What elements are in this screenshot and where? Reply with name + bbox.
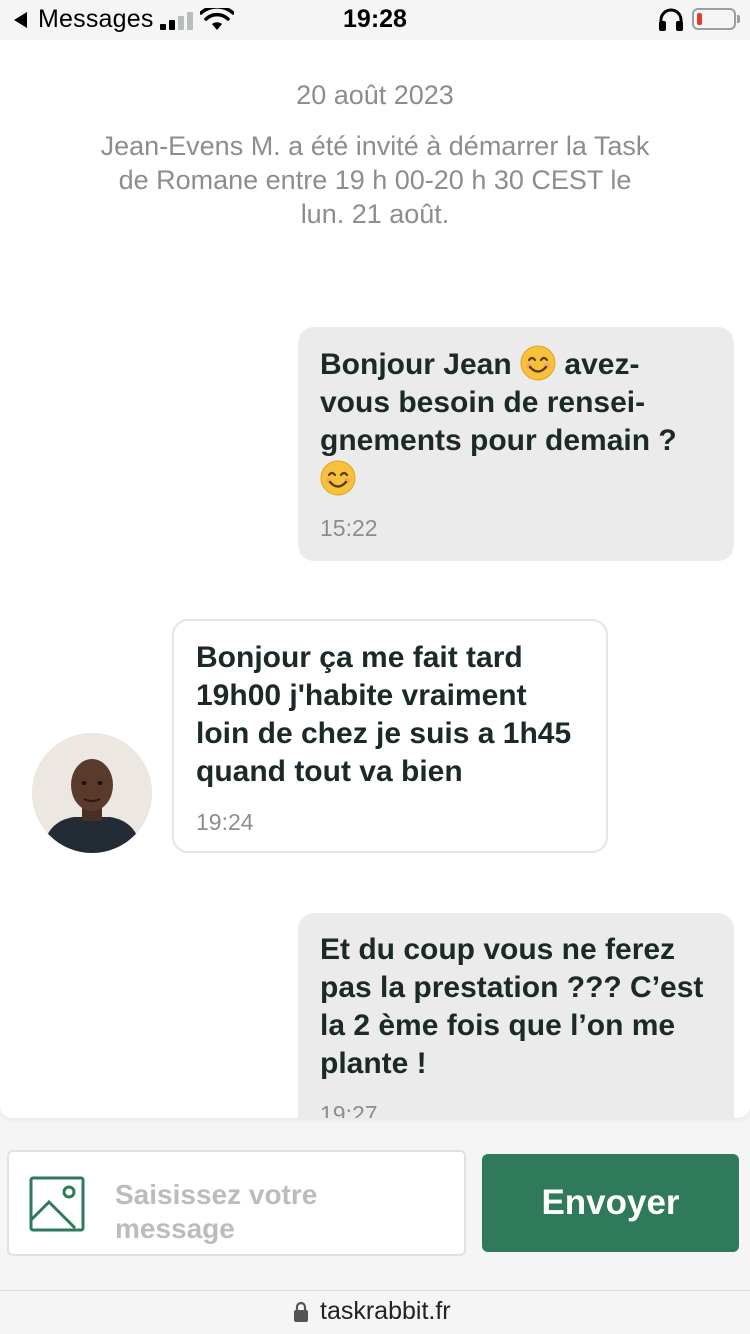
message-input[interactable]: Saisissez votre message xyxy=(7,1150,466,1256)
status-time: 19:28 xyxy=(343,5,407,33)
message-bubble-outgoing: Bonjour Jean avez- vous besoin de rensei… xyxy=(298,327,734,561)
avatar[interactable] xyxy=(32,733,152,853)
battery-icon xyxy=(692,8,740,30)
message-text-part: Bonjour Jean xyxy=(320,348,512,381)
message-text-part: vous besoin de rensei- xyxy=(320,386,646,419)
message-bubble-outgoing: Et du coup vous ne ferez pas la prestati… xyxy=(298,913,734,1118)
message-text-part: avez- xyxy=(564,348,640,381)
smiling-face-emoji-icon xyxy=(520,345,556,381)
message-timestamp: 19:24 xyxy=(196,809,254,835)
message-text: Bonjour ça me fait tard 19h00 j'habite v… xyxy=(196,641,572,788)
person-photo-icon xyxy=(32,733,152,853)
smiling-face-emoji-icon xyxy=(320,460,356,496)
message-bubble-incoming: Bonjour ça me fait tard 19h00 j'habite v… xyxy=(172,619,608,853)
message-timestamp: 15:22 xyxy=(320,515,378,541)
url-text[interactable]: taskrabbit.fr xyxy=(320,1297,451,1326)
browser-url-bar[interactable]: taskrabbit.fr xyxy=(0,1290,750,1334)
date-header: 20 août 2023 xyxy=(296,80,454,110)
system-notice: Jean-Evens M. a été invité à démarrer la… xyxy=(100,131,650,229)
headphones-icon xyxy=(659,8,683,31)
status-bar: Messages 19:28 xyxy=(0,0,750,40)
message-text-part: gnements pour demain ? xyxy=(320,424,677,457)
message-timestamp: 19:27 xyxy=(320,1101,378,1118)
message-text: Bonjour Jean avez- vous besoin de rensei… xyxy=(320,345,712,499)
lock-icon xyxy=(294,1301,308,1322)
message-input-placeholder: Saisissez votre message xyxy=(115,1179,318,1244)
image-icon[interactable] xyxy=(29,1176,85,1232)
send-button[interactable]: Envoyer xyxy=(482,1154,739,1252)
chat-thread[interactable]: 20 août 2023 Jean-Evens M. a été invité … xyxy=(0,40,750,1118)
message-text: Et du coup vous ne ferez pas la prestati… xyxy=(320,933,704,1080)
